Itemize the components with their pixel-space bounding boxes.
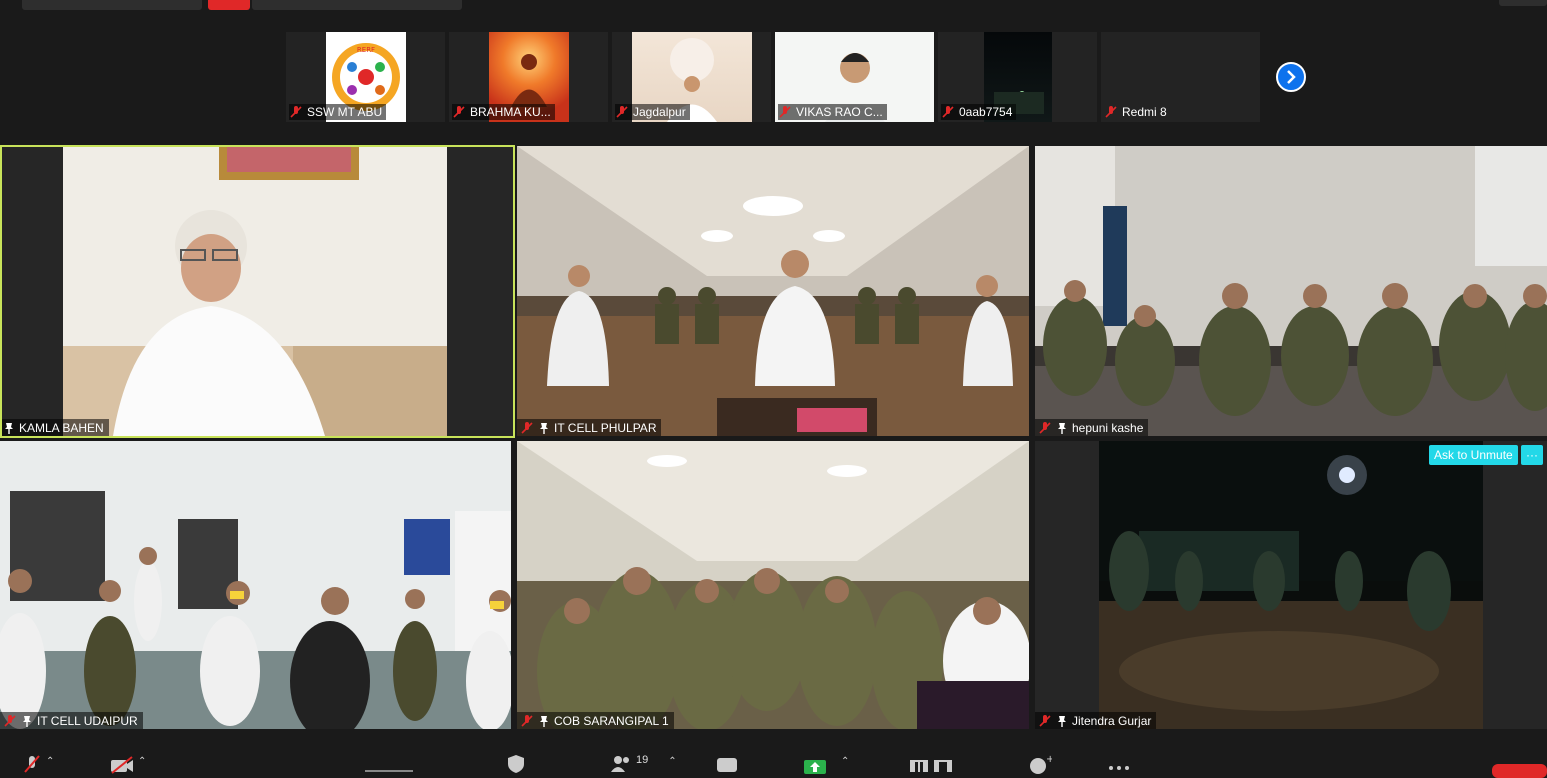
chevron-right-icon bbox=[1287, 70, 1296, 84]
pin-icon bbox=[1058, 715, 1066, 727]
chat-button[interactable] bbox=[716, 754, 738, 774]
chevron-up-icon[interactable]: ⌃ bbox=[46, 756, 54, 767]
pin-icon bbox=[540, 715, 548, 727]
security-button[interactable] bbox=[507, 754, 525, 774]
microphone-muted-icon bbox=[24, 755, 40, 773]
mic-muted-icon bbox=[521, 714, 533, 727]
pause-share-button[interactable] bbox=[909, 754, 929, 774]
participant-name: IT CELL UDAIPUR bbox=[37, 713, 138, 728]
participant-name-tag: SSW MT ABU bbox=[289, 104, 387, 120]
share-screen-icon bbox=[804, 760, 826, 774]
more-options-button[interactable]: ··· bbox=[1521, 445, 1543, 465]
recording-indicator[interactable] bbox=[22, 0, 202, 10]
chevron-up-icon[interactable]: ⌃ bbox=[138, 756, 146, 767]
mic-muted-icon bbox=[1039, 421, 1051, 434]
video-button[interactable]: ⌃ bbox=[110, 754, 146, 774]
participant-name: Jagdalpur bbox=[633, 105, 686, 119]
participant-thumb[interactable]: BRAHMA KU... bbox=[449, 32, 608, 122]
participant-name: COB SARANGIPAL 1 bbox=[554, 713, 669, 728]
participant-name: 0aab7754 bbox=[959, 105, 1013, 119]
camera-off-icon bbox=[111, 756, 133, 774]
participant-name-tag: COB SARANGIPAL 1 bbox=[517, 712, 674, 729]
participants-button[interactable]: 19 ⌃ bbox=[610, 754, 677, 774]
mute-button[interactable]: ⌃ bbox=[22, 754, 54, 774]
ask-to-unmute-button[interactable]: Ask to Unmute bbox=[1429, 445, 1518, 465]
participant-video bbox=[63, 146, 447, 436]
chevron-up-icon[interactable]: ⌃ bbox=[841, 756, 849, 767]
participant-name: Redmi 8 bbox=[1122, 105, 1167, 119]
mic-muted-icon bbox=[4, 714, 16, 727]
next-page-button[interactable] bbox=[1276, 62, 1306, 92]
participant-thumb[interactable]: RERF SSW MT ABU bbox=[286, 32, 445, 122]
mic-muted-icon bbox=[1039, 714, 1051, 727]
participant-name: IT CELL PHULPAR bbox=[554, 420, 657, 435]
participant-name-tag: IT CELL PHULPAR bbox=[517, 419, 662, 436]
pin-icon bbox=[540, 422, 548, 434]
toolbar-divider bbox=[365, 770, 413, 772]
video-tile[interactable]: IT CELL UDAIPUR bbox=[0, 441, 511, 729]
participant-name-tag: Redmi 8 bbox=[1104, 104, 1171, 120]
participant-name-tag: VIKAS RAO C... bbox=[778, 104, 887, 120]
mic-muted-icon bbox=[290, 106, 302, 118]
participant-video bbox=[517, 441, 1029, 729]
live-badge bbox=[208, 0, 250, 10]
add-reaction-icon: + bbox=[1030, 754, 1052, 774]
pin-icon bbox=[1058, 422, 1066, 434]
participant-video bbox=[1099, 441, 1483, 729]
participant-thumb[interactable]: VIKAS RAO C... bbox=[775, 32, 934, 122]
reactions-button[interactable]: + bbox=[1028, 754, 1052, 774]
view-button[interactable] bbox=[1499, 0, 1547, 6]
participant-thumb[interactable]: 0aab7754 bbox=[938, 32, 1097, 122]
participant-name: hepuni kashe bbox=[1072, 420, 1144, 435]
participant-thumb[interactable]: Jagdalpur bbox=[612, 32, 771, 122]
top-bar bbox=[0, 0, 1547, 12]
stop-icon bbox=[934, 760, 952, 772]
pin-icon bbox=[23, 715, 31, 727]
mic-muted-icon bbox=[1105, 106, 1117, 118]
participant-name-tag: 0aab7754 bbox=[941, 104, 1017, 120]
video-tile[interactable]: IT CELL PHULPAR bbox=[517, 146, 1029, 436]
participant-video bbox=[1035, 146, 1547, 436]
live-stream-status[interactable] bbox=[252, 0, 462, 10]
video-tile[interactable]: Jitendra Gurjar bbox=[1035, 441, 1547, 729]
chevron-up-icon[interactable]: ⌃ bbox=[668, 756, 676, 767]
participant-video bbox=[0, 441, 511, 729]
participant-name-tag: Jitendra Gurjar bbox=[1035, 712, 1157, 729]
mic-muted-icon bbox=[616, 106, 628, 118]
more-button[interactable] bbox=[1107, 754, 1131, 774]
shield-icon bbox=[508, 755, 524, 773]
end-meeting-button[interactable] bbox=[1492, 764, 1547, 778]
participants-icon bbox=[611, 756, 629, 772]
video-tile[interactable]: hepuni kashe bbox=[1035, 146, 1547, 436]
participant-name: KAMLA BAHEN bbox=[19, 420, 104, 435]
participants-count: 19 bbox=[636, 754, 649, 766]
mic-muted-icon bbox=[779, 106, 791, 118]
participant-name: VIKAS RAO C... bbox=[796, 105, 883, 119]
participant-name-tag: hepuni kashe bbox=[1035, 419, 1149, 436]
meeting-toolbar: ⌃ ⌃ 19 ⌃ ⌃ + bbox=[0, 748, 1547, 774]
mic-muted-icon bbox=[942, 106, 954, 118]
participant-name-tag: BRAHMA KU... bbox=[452, 104, 555, 120]
video-tile[interactable]: COB SARANGIPAL 1 bbox=[517, 441, 1029, 729]
participant-video bbox=[517, 146, 1029, 436]
participant-name: SSW MT ABU bbox=[307, 105, 383, 119]
chat-icon bbox=[717, 758, 737, 772]
participant-thumb[interactable]: Redmi 8 bbox=[1101, 32, 1260, 122]
mic-muted-icon bbox=[453, 106, 465, 118]
svg-text:+: + bbox=[1046, 754, 1052, 765]
pause-icon bbox=[910, 760, 928, 772]
mic-muted-icon bbox=[521, 421, 533, 434]
participant-name: Jitendra Gurjar bbox=[1072, 713, 1152, 728]
svg-text:RERF: RERF bbox=[357, 46, 375, 54]
more-dots-icon bbox=[1109, 766, 1129, 770]
share-screen-button[interactable]: ⌃ bbox=[803, 754, 849, 774]
participant-name-tag: KAMLA BAHEN bbox=[0, 419, 109, 436]
participant-name: BRAHMA KU... bbox=[470, 105, 551, 119]
pin-icon bbox=[5, 422, 13, 434]
participant-name-tag: Jagdalpur bbox=[615, 104, 690, 120]
stop-recording-button[interactable] bbox=[933, 754, 953, 774]
participant-name-tag: IT CELL UDAIPUR bbox=[0, 712, 143, 729]
video-tile[interactable]: KAMLA BAHEN bbox=[0, 146, 513, 436]
